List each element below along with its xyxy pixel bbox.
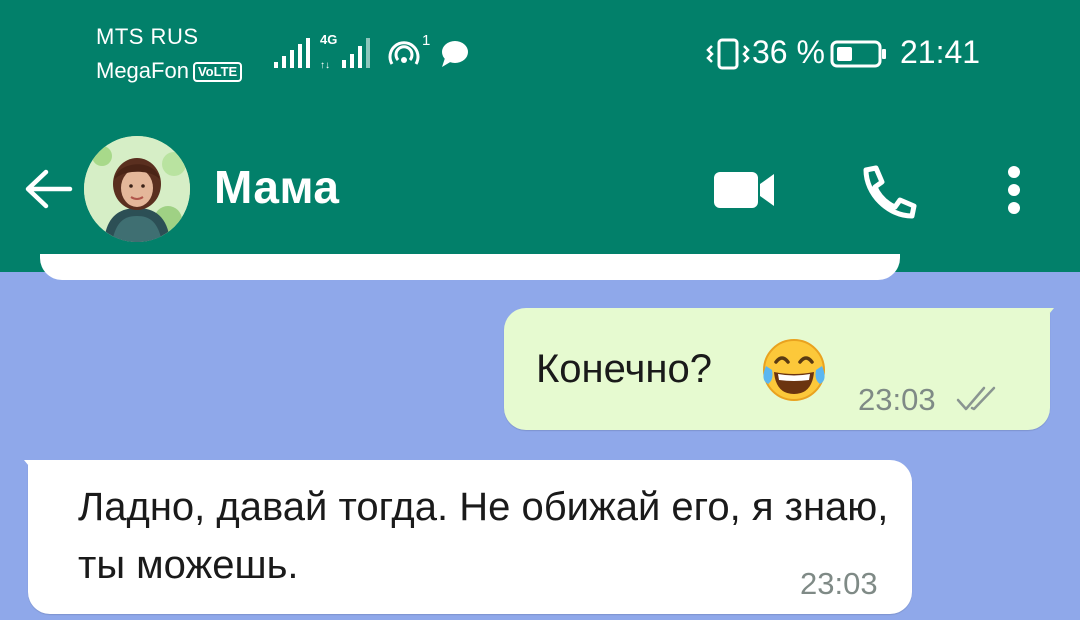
battery-percent: 36 %	[752, 34, 825, 70]
volte-badge: VoLTE	[192, 62, 243, 83]
outgoing-message-text: Конечно?	[536, 347, 712, 391]
read-receipt-ticks-icon	[956, 386, 996, 411]
phone-call-icon[interactable]	[858, 164, 918, 220]
incoming-message-time: 23:03	[800, 566, 878, 601]
svg-text:↑↓: ↑↓	[320, 60, 330, 70]
status-clock: 21:41	[900, 34, 981, 70]
video-call-icon[interactable]	[712, 168, 776, 212]
incoming-message-text: Ладно, давай тогда. Не обижай его, я зна…	[78, 485, 889, 587]
hotspot-count: 1	[422, 32, 431, 49]
vibrate-icon	[706, 38, 750, 70]
back-arrow-icon[interactable]	[22, 162, 76, 216]
previous-message-bubble-edge	[40, 254, 900, 280]
battery-icon	[830, 40, 886, 68]
app-header: MTS RUS MegaFon VoLTE 4G ↑↓ 1 36 % 21:41…	[0, 0, 1080, 272]
contact-name[interactable]: Мама	[214, 160, 339, 214]
carrier-primary: MTS RUS	[96, 24, 199, 49]
carrier-secondary-label: MegaFon	[96, 58, 189, 83]
tears-of-joy-emoji-icon	[763, 339, 825, 401]
outgoing-message-time: 23:03	[858, 382, 936, 417]
status-bar: MTS RUS MegaFon VoLTE 4G ↑↓ 1 36 % 21:41	[0, 0, 1080, 100]
more-options-icon[interactable]	[1000, 164, 1028, 220]
avatar-image	[84, 136, 190, 242]
message-notification-icon	[442, 41, 468, 67]
carrier-secondary: MegaFon VoLTE	[96, 58, 243, 84]
contact-avatar[interactable]	[84, 136, 190, 242]
signal-strength-icon	[274, 38, 310, 68]
signal-strength-2-icon: ↑↓	[320, 38, 370, 70]
